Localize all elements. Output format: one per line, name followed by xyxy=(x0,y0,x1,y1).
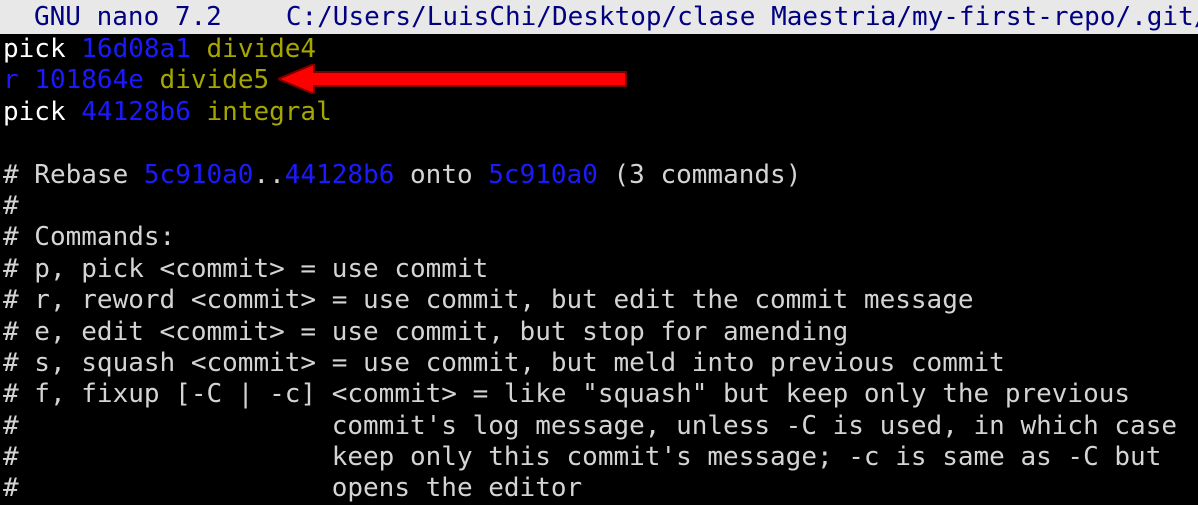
app-version: GNU nano 7.2 xyxy=(34,2,222,32)
rebase-summary-line: # Rebase 5c910a0..44128b6 onto 5c910a0 (… xyxy=(3,160,1198,191)
rebase-onto-hash: 5c910a0 xyxy=(488,159,598,190)
rebase-onto-word: onto xyxy=(394,159,489,190)
commit-hash: 101864e xyxy=(34,65,144,96)
comment-line: # keep only this commit's message; -c is… xyxy=(3,442,1162,473)
commit-message: integral xyxy=(206,96,332,127)
comment-line: # p, pick <commit> = use commit xyxy=(3,253,489,284)
commit-message: divide4 xyxy=(206,34,317,64)
comment-line: # xyxy=(3,190,19,221)
todo-command: pick xyxy=(3,34,66,64)
rebase-to-hash: 44128b6 xyxy=(284,159,395,190)
rebase-prefix: # Rebase xyxy=(3,159,144,190)
todo-line[interactable]: pick 44128b6 integral xyxy=(3,97,1198,128)
commit-hash: 16d08a1 xyxy=(81,34,191,64)
comment-line: # s, squash <commit> = use commit, but m… xyxy=(3,347,1005,378)
file-path: C:/Users/LuisChi/Desktop/clase Maestria/… xyxy=(285,2,1198,32)
todo-command: pick xyxy=(3,96,66,127)
todo-command: r xyxy=(3,65,19,96)
red-arrow-left-icon xyxy=(278,64,627,94)
comment-line: # e, edit <commit> = use commit, but sto… xyxy=(3,316,849,347)
comment-line: # opens the editor xyxy=(3,473,583,504)
rebase-suffix: (3 commands) xyxy=(597,159,802,190)
comment-line: # r, reword <commit> = use commit, but e… xyxy=(3,285,974,316)
editor-buffer[interactable]: pick 16d08a1 divide4 r 101864e divide5 p… xyxy=(3,34,1198,505)
todo-line[interactable]: pick 16d08a1 divide4 xyxy=(3,34,1198,65)
commit-hash: 44128b6 xyxy=(81,96,191,127)
rebase-from-hash: 5c910a0 xyxy=(143,159,254,190)
commit-message: divide5 xyxy=(159,65,270,96)
comment-line: # Commands: xyxy=(3,222,176,253)
rebase-dots: .. xyxy=(253,159,285,190)
comment-line: # commit's log message, unless -C is use… xyxy=(3,410,1177,441)
comment-line: # f, fixup [-C | -c] <commit> = like "sq… xyxy=(3,379,1131,410)
nano-titlebar: GNU nano 7.2 C:/Users/LuisChi/Desktop/cla… xyxy=(0,0,1198,34)
